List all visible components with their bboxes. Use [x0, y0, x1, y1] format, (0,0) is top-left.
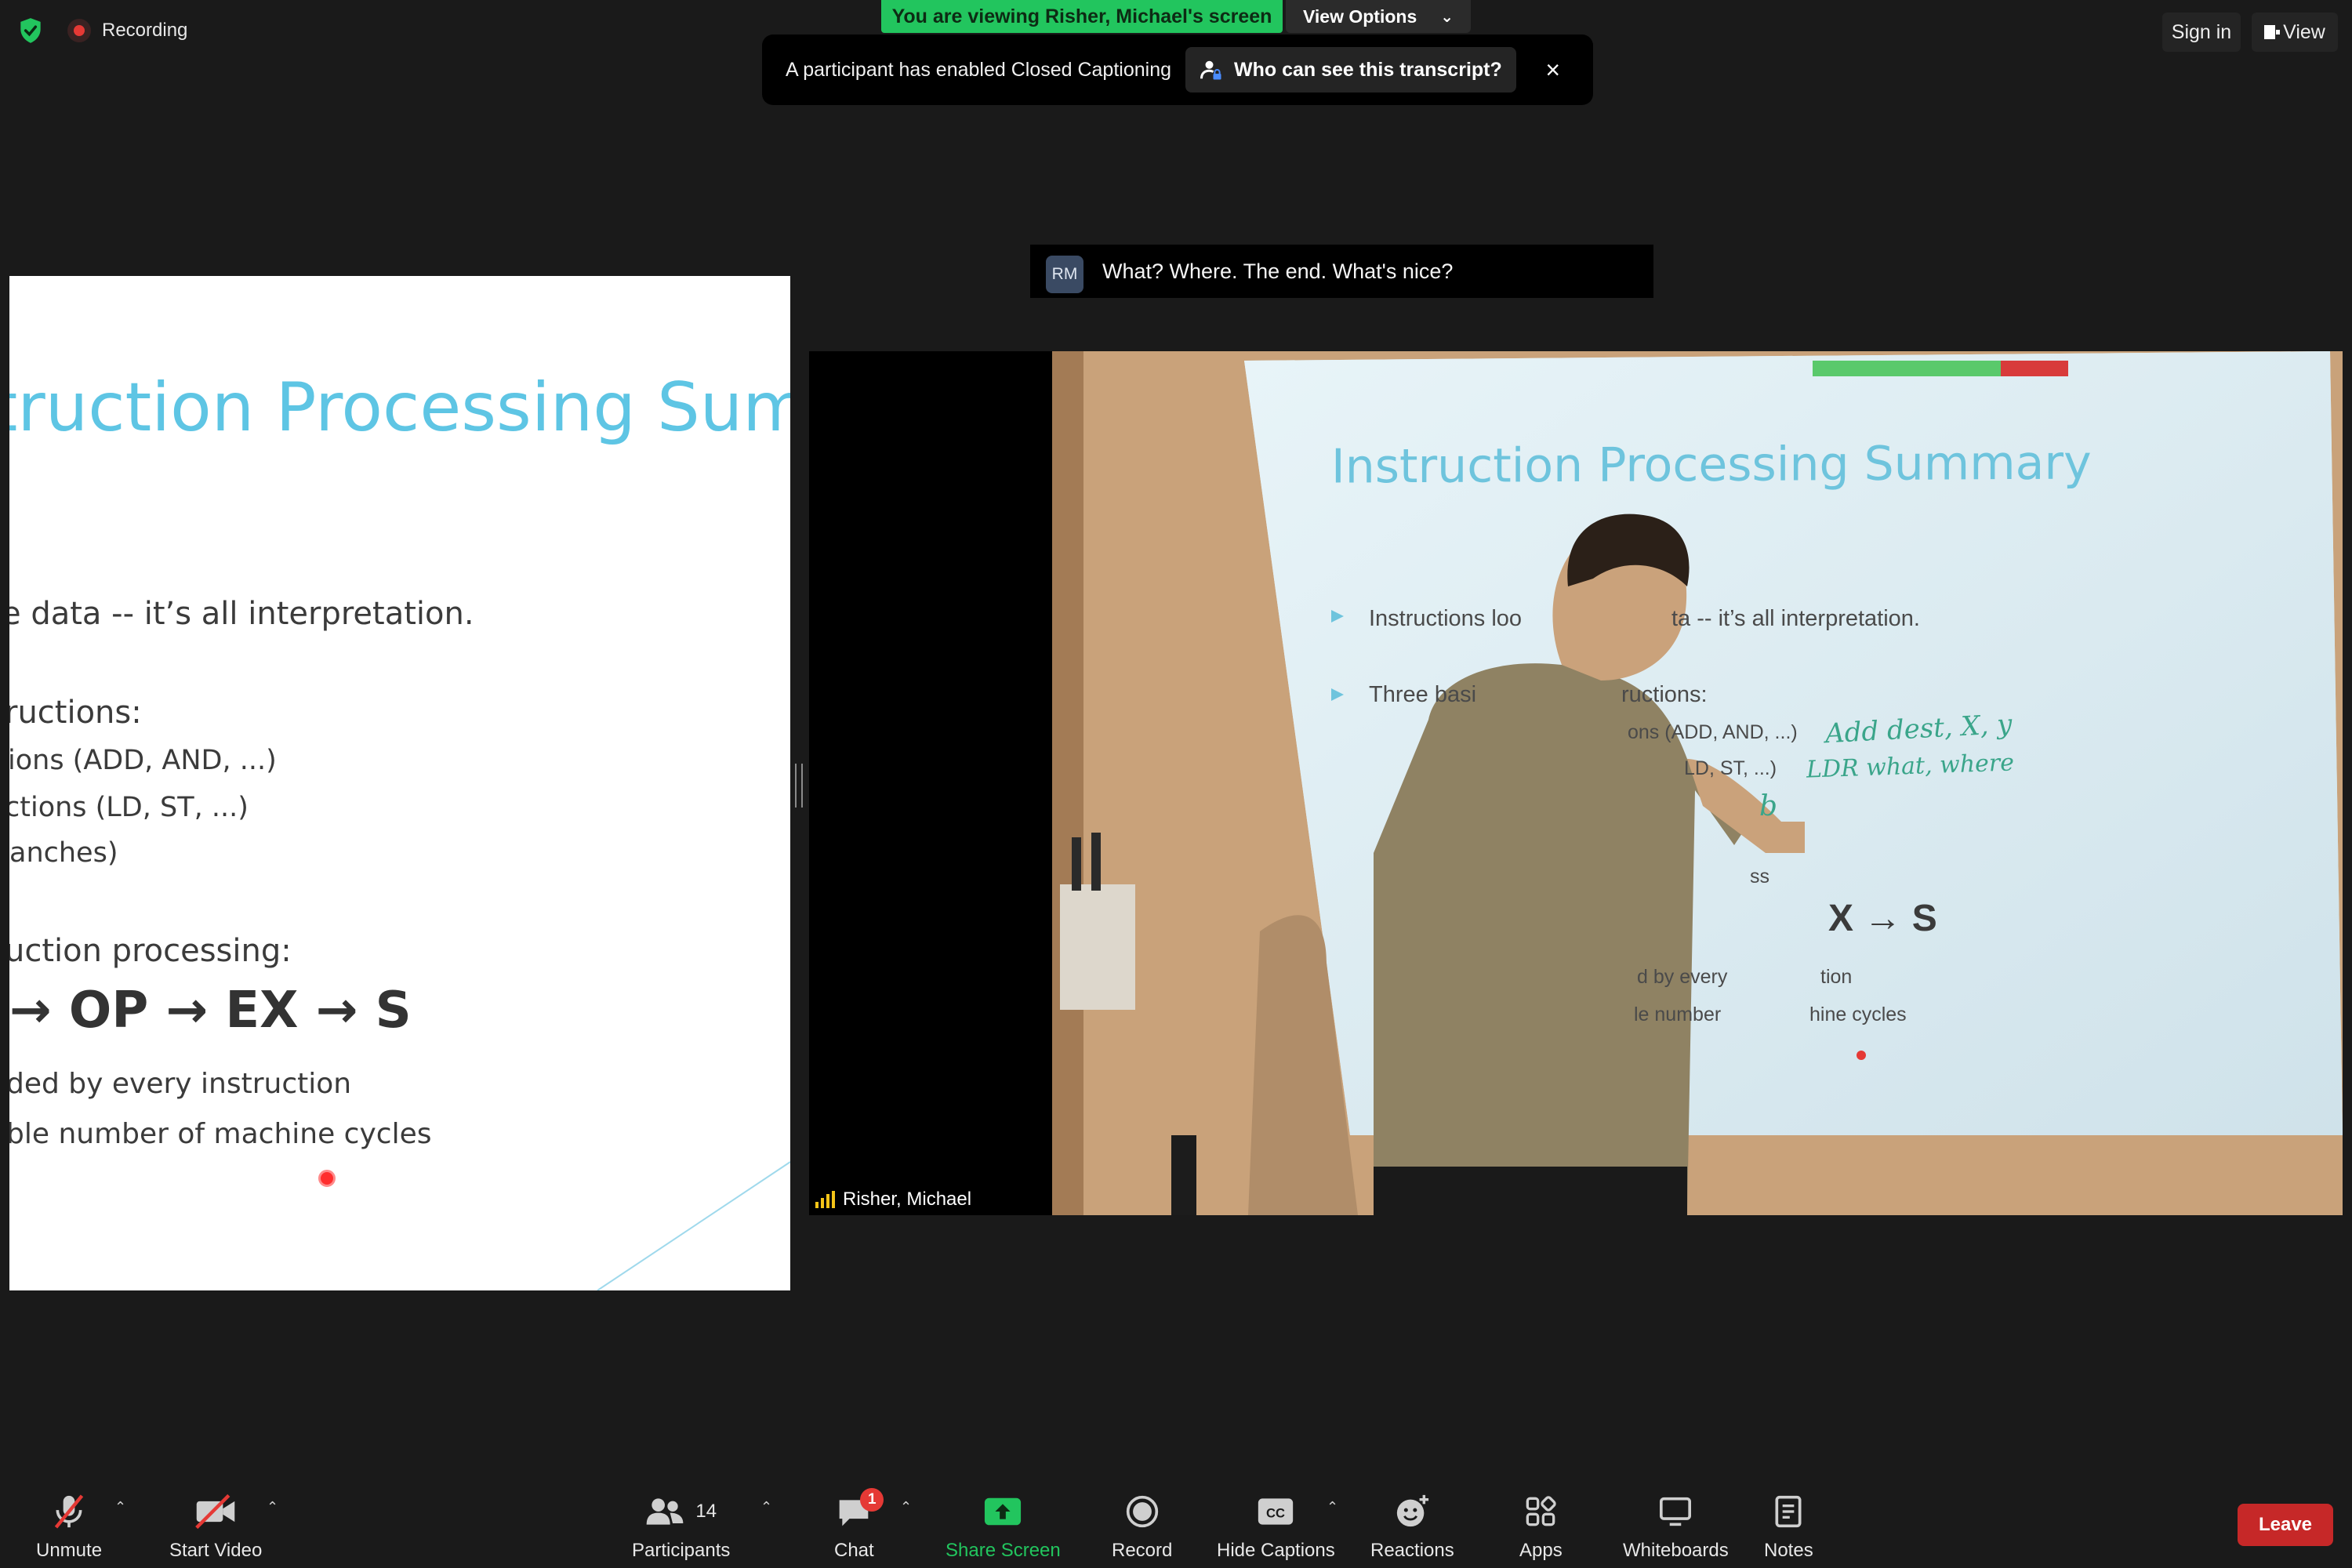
slide-line-1: e data -- it’s all interpretation. — [9, 596, 474, 632]
reactions-button[interactable]: Reactions — [1370, 1493, 1454, 1562]
start-video-label: Start Video — [169, 1540, 263, 1561]
mini-share-banner — [1813, 361, 2001, 376]
board-line-3: ons (ADD, AND, ...) — [1628, 721, 1798, 743]
slide-title: Instruction Processing Summary — [9, 368, 790, 447]
notes-icon — [1773, 1493, 1803, 1530]
participants-icon — [647, 1498, 684, 1525]
person-lock-icon — [1200, 60, 1221, 80]
caption-text: What? Where. The end. What's nice? — [1102, 259, 1454, 283]
signal-bars-icon — [815, 1191, 835, 1208]
who-can-see-transcript-button[interactable]: Who can see this transcript? — [1185, 47, 1516, 93]
handwriting-3: b — [1759, 790, 1778, 822]
view-options-button[interactable]: View Options ⌄ — [1286, 0, 1471, 33]
notes-button[interactable]: Notes — [1764, 1493, 1813, 1562]
participants-label: Participants — [632, 1540, 731, 1561]
board-line-8b: hine cycles — [1809, 1004, 1907, 1025]
participant-name: Risher, Michael — [843, 1189, 972, 1210]
chat-caret-icon[interactable]: ⌃ — [900, 1499, 912, 1515]
chat-icon: 1 — [837, 1488, 884, 1530]
board-line-2a: Three basi — [1369, 682, 1477, 707]
caption-avatar: RM — [1046, 256, 1083, 293]
slide-line-3: ions (ADD, AND, ...) — [9, 745, 277, 776]
slide-line-4: ctions (LD, ST, ...) — [9, 792, 249, 823]
participants-icon-row: 14 — [645, 1493, 717, 1530]
board-line-5: ss — [1750, 866, 1769, 887]
live-caption: RM What? Where. The end. What's nice? — [1030, 245, 1653, 298]
slide-line-6: uction processing: — [9, 933, 292, 969]
board-line-4: LD, ST, ...) — [1684, 757, 1777, 779]
audio-options-caret-icon[interactable]: ⌃ — [114, 1499, 126, 1515]
reactions-label: Reactions — [1370, 1540, 1454, 1561]
recording-label: Recording — [102, 20, 188, 41]
participants-button[interactable]: 14 Participants — [632, 1493, 730, 1562]
participants-caret-icon[interactable]: ⌃ — [760, 1499, 772, 1515]
who-can-see-label: Who can see this transcript? — [1234, 58, 1502, 81]
start-video-button[interactable]: Start Video — [169, 1493, 262, 1562]
board-line-1a: Instructions loo — [1369, 606, 1523, 631]
apps-label: Apps — [1519, 1540, 1563, 1561]
hide-captions-button[interactable]: CC Hide Captions — [1217, 1493, 1335, 1562]
slide-line-5: anches) — [9, 837, 118, 869]
slide-line-7: → OP → EX → S — [9, 982, 412, 1040]
board-title: Instruction Processing Summary — [1331, 435, 2092, 495]
shared-screen-slide[interactable]: Instruction Processing Summary e data --… — [9, 276, 790, 1290]
share-screen-icon — [983, 1493, 1022, 1530]
share-screen-button[interactable]: Share Screen — [946, 1493, 1061, 1562]
apps-icon — [1525, 1493, 1557, 1530]
viewing-banner: You are viewing Risher, Michael's screen — [881, 0, 1283, 33]
sign-in-button[interactable]: Sign in — [2162, 13, 2241, 52]
leave-button[interactable]: Leave — [2238, 1504, 2333, 1546]
recording-indicator[interactable]: Recording — [67, 16, 187, 45]
whiteboard-icon — [1658, 1493, 1693, 1530]
participant-video[interactable]: Instruction Processing Summary Instructi… — [809, 351, 2343, 1215]
whiteboards-button[interactable]: Whiteboards — [1623, 1493, 1729, 1562]
board-line-7b: tion — [1820, 966, 1853, 988]
captions-caret-icon[interactable]: ⌃ — [1327, 1499, 1338, 1515]
hide-captions-label: Hide Captions — [1217, 1540, 1335, 1561]
record-label: Record — [1112, 1540, 1173, 1561]
video-options-caret-icon[interactable]: ⌃ — [267, 1499, 278, 1515]
unmute-label: Unmute — [36, 1540, 103, 1561]
apps-button[interactable]: Apps — [1519, 1493, 1563, 1562]
share-screen-label: Share Screen — [946, 1540, 1061, 1561]
record-icon — [1125, 1493, 1160, 1530]
board-line-6: X → S — [1828, 898, 1937, 939]
notes-label: Notes — [1764, 1540, 1813, 1561]
board-line-2b: ructions: — [1621, 682, 1708, 707]
split-view-handle[interactable] — [795, 764, 803, 808]
closed-caption-notice: A participant has enabled Closed Caption… — [762, 34, 1593, 105]
view-button[interactable]: View — [2252, 13, 2338, 52]
reactions-icon — [1394, 1493, 1430, 1530]
laser-pointer-dot — [318, 1170, 336, 1187]
recording-dot-icon — [67, 19, 91, 42]
close-icon[interactable]: × — [1541, 56, 1565, 84]
view-options-label: View Options — [1302, 5, 1417, 27]
chevron-down-icon: ⌄ — [1440, 8, 1454, 26]
participant-name-tag: Risher, Michael — [809, 1184, 982, 1215]
view-layout-icon — [2264, 25, 2281, 39]
mini-stop-share — [2001, 361, 2068, 376]
view-label: View — [2283, 20, 2325, 43]
whiteboards-label: Whiteboards — [1623, 1540, 1729, 1561]
meeting-toolbar — [0, 1477, 2352, 1568]
record-button[interactable]: Record — [1112, 1493, 1172, 1562]
video-off-icon — [194, 1493, 238, 1530]
svg-text:CC: CC — [1266, 1505, 1285, 1520]
board-line-1b: ta -- it’s all interpretation. — [1671, 606, 1920, 631]
chat-label: Chat — [834, 1540, 874, 1561]
slide-line-8: ded by every instruction — [9, 1068, 352, 1100]
cc-notice-text: A participant has enabled Closed Caption… — [786, 58, 1172, 81]
shield-icon[interactable] — [16, 16, 45, 45]
muted-microphone-icon — [52, 1493, 86, 1530]
chat-button[interactable]: 1 Chat — [834, 1488, 884, 1562]
closed-captions-icon: CC — [1257, 1493, 1294, 1530]
slide-line-2: ructions: — [9, 695, 142, 731]
board-line-7a: d by every — [1637, 966, 1728, 988]
participants-count: 14 — [695, 1501, 717, 1522]
board-line-8a: le number — [1634, 1004, 1722, 1025]
unmute-button[interactable]: Unmute — [36, 1493, 102, 1562]
slide-line-9: ble number of machine cycles — [9, 1118, 432, 1150]
